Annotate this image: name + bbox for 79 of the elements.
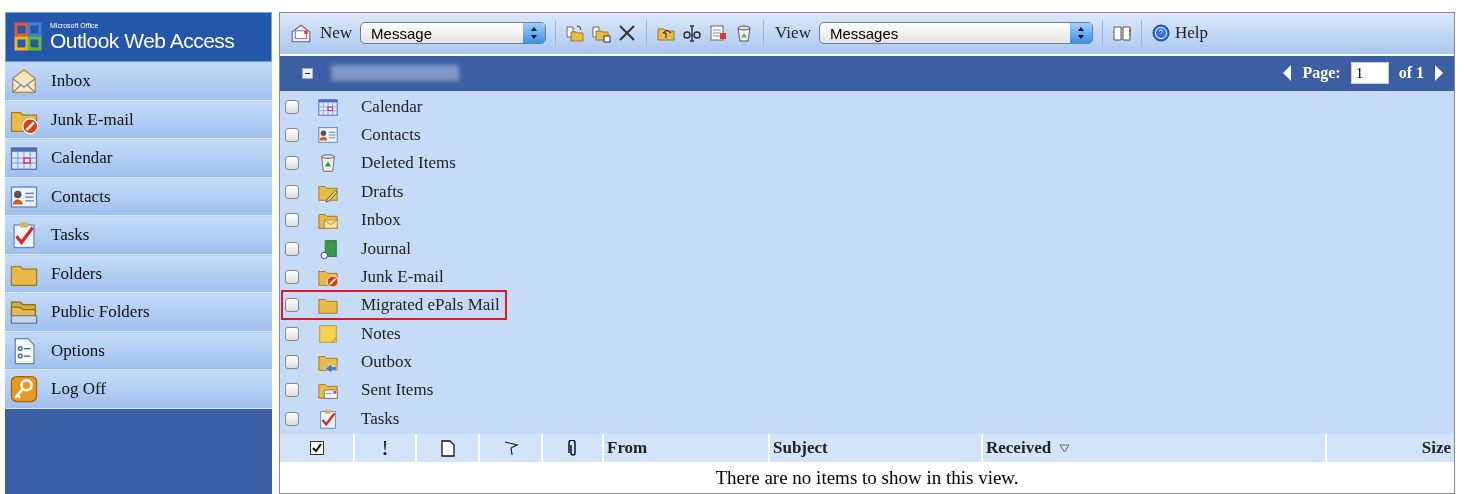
address-book-icon[interactable]: [1111, 23, 1132, 44]
folder-name[interactable]: Contacts: [361, 124, 421, 145]
column-header[interactable]: Received: [986, 438, 1052, 459]
view-select[interactable]: Messages: [818, 22, 1093, 45]
checkbox[interactable]: [285, 99, 299, 114]
help-button[interactable]: Help: [1172, 23, 1210, 44]
key-icon: [9, 374, 39, 405]
next-page-icon[interactable]: [1434, 64, 1444, 83]
view-button[interactable]: View: [773, 23, 813, 44]
folder-row[interactable]: Sent Items: [283, 377, 439, 404]
folder-name[interactable]: Calendar: [361, 96, 423, 117]
nav-item[interactable]: Options: [5, 331, 272, 370]
folder-row[interactable]: Calendar: [283, 93, 428, 120]
nav-item[interactable]: Junk E-mail: [5, 100, 272, 139]
folder-name[interactable]: Journal: [361, 238, 412, 259]
paperclip-icon[interactable]: [567, 439, 578, 457]
note-icon: [317, 322, 339, 345]
folder-name[interactable]: Migrated ePals Mail: [361, 295, 500, 316]
page-label: Page:: [1302, 64, 1341, 83]
new-message-icon[interactable]: [290, 22, 312, 45]
move-folder-icon[interactable]: [565, 23, 586, 44]
document-icon[interactable]: [440, 439, 455, 457]
help-icon[interactable]: [1150, 23, 1171, 44]
folder-name[interactable]: Notes: [361, 323, 401, 344]
up-down-arrows-icon: [530, 27, 539, 40]
page-number-field[interactable]: 1: [1350, 62, 1389, 85]
folder-row[interactable]: Drafts: [283, 178, 409, 205]
nav-item[interactable]: Contacts: [5, 177, 272, 216]
up-down-arrows-icon: [1076, 27, 1085, 40]
folder-row[interactable]: Journal: [283, 235, 417, 262]
nav-item[interactable]: Log Off: [5, 370, 272, 409]
checkbox[interactable]: [285, 156, 299, 171]
previous-page-icon[interactable]: [1282, 64, 1293, 83]
select-all-checkbox[interactable]: [309, 441, 324, 456]
new-item-select[interactable]: Message: [360, 22, 547, 45]
folder-row[interactable]: Notes: [283, 320, 406, 347]
folder-row[interactable]: Junk E-mail: [283, 263, 449, 290]
checkbox[interactable]: [285, 127, 299, 142]
nav-item[interactable]: Public Folders: [5, 293, 272, 332]
new-folder-icon[interactable]: [708, 23, 729, 44]
column-header[interactable]: Size: [1421, 438, 1451, 459]
flag-icon[interactable]: [502, 440, 519, 457]
collapse-icon[interactable]: [302, 67, 313, 79]
folder-row[interactable]: Tasks: [283, 405, 405, 432]
folder-name[interactable]: Outbox: [361, 352, 412, 373]
checkbox[interactable]: [285, 355, 299, 370]
checkbox[interactable]: [285, 184, 299, 199]
nav-item[interactable]: Tasks: [5, 216, 272, 255]
new-button[interactable]: New: [318, 23, 355, 44]
copy-folder-icon[interactable]: [591, 23, 612, 44]
checkbox[interactable]: [285, 298, 299, 313]
folder-name[interactable]: Inbox: [361, 210, 401, 231]
nav-item[interactable]: Inbox: [5, 62, 272, 101]
checkbox[interactable]: [285, 383, 299, 398]
folder-row[interactable]: Inbox: [283, 207, 406, 234]
page-total: of 1: [1398, 64, 1424, 83]
checkbox[interactable]: [285, 411, 299, 426]
nav-item[interactable]: Calendar: [5, 139, 272, 178]
column-header[interactable]: From: [607, 438, 648, 459]
folder-row[interactable]: Outbox: [283, 349, 417, 376]
checkbox[interactable]: [285, 241, 299, 256]
folder-name[interactable]: Junk E-mail: [361, 266, 444, 287]
exclamation-icon[interactable]: [382, 440, 388, 457]
app-title: Outlook Web Access: [50, 30, 235, 52]
nav-item[interactable]: Folders: [5, 254, 272, 293]
clipboard-check-icon: [317, 407, 339, 430]
folder-name[interactable]: Deleted Items: [361, 153, 456, 174]
folder-row[interactable]: Deleted Items: [283, 150, 461, 177]
checkbox[interactable]: [285, 326, 299, 341]
checkbox[interactable]: [285, 213, 299, 228]
column-header[interactable]: Subject: [773, 438, 828, 459]
folder-row[interactable]: Migrated ePals Mail: [283, 292, 505, 319]
folder-row[interactable]: Contacts: [283, 121, 426, 148]
office-logo-icon: [14, 21, 44, 53]
journal-icon: [317, 237, 339, 260]
folder-name[interactable]: Sent Items: [361, 380, 434, 401]
folder-name[interactable]: Drafts: [361, 181, 404, 202]
checkbox[interactable]: [285, 269, 299, 284]
folder-name[interactable]: Tasks: [361, 408, 400, 429]
